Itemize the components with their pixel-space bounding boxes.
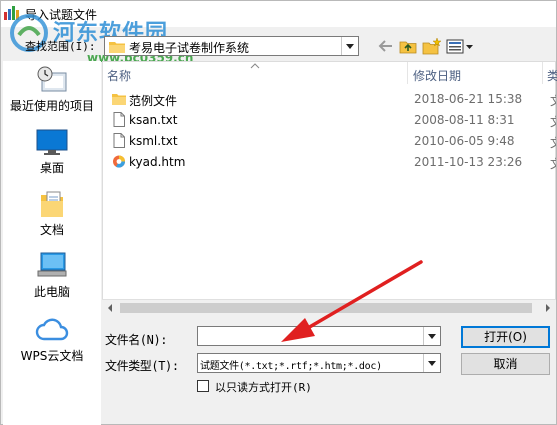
file-row[interactable]: kyad.htm 2011-10-13 23:26 文	[103, 151, 556, 172]
look-in-combo[interactable]: 考易电子试卷制作系统	[104, 36, 359, 56]
text-file-icon	[113, 133, 125, 148]
place-this-pc[interactable]: 此电脑	[3, 251, 101, 299]
html-file-icon	[113, 155, 125, 168]
text-file-icon	[113, 112, 125, 127]
new-folder-icon[interactable]	[422, 37, 442, 55]
window-title: 导入试题文件	[25, 8, 98, 22]
column-header-name[interactable]: 名称	[103, 62, 408, 84]
scroll-thumb[interactable]	[120, 303, 532, 313]
folder-icon	[109, 42, 125, 53]
place-documents[interactable]: 文档	[3, 189, 101, 237]
open-file-dialog: 导入试题文件 河东软件园 www.pc0359.cn 查找范围(I): 考易电子…	[0, 0, 557, 425]
file-row[interactable]: ksml.txt 2010-06-05 9:48 文	[103, 130, 556, 151]
file-name: kyad.htm	[129, 155, 186, 169]
filename-label: 文件名(N):	[105, 333, 168, 347]
look-in-label: 查找范围(I):	[25, 40, 96, 53]
file-date: 2018-06-21 15:38	[414, 92, 523, 106]
place-recent-label: 最近使用的项目	[9, 99, 94, 113]
view-menu-icon[interactable]	[446, 37, 474, 55]
cloud-icon	[35, 318, 69, 341]
file-date: 2008-08-11 8:31	[414, 113, 515, 127]
folder-icon	[112, 94, 126, 105]
place-desktop[interactable]: 桌面	[3, 127, 101, 175]
filename-input[interactable]	[198, 327, 422, 345]
filetype-dropdown-arrow[interactable]	[423, 354, 440, 372]
documents-icon	[41, 191, 63, 217]
file-row[interactable]: ksan.txt 2008-08-11 8:31 文	[103, 109, 556, 130]
this-pc-icon	[37, 252, 67, 277]
cancel-button[interactable]: 取消	[461, 353, 550, 375]
look-in-value: 考易电子试卷制作系统	[129, 41, 250, 55]
filetype-label: 文件类型(T):	[105, 359, 179, 373]
file-type: 文	[550, 113, 556, 130]
desktop-icon	[36, 129, 68, 155]
column-header-modified[interactable]: 修改日期	[408, 62, 543, 84]
recent-items-icon	[37, 66, 67, 92]
file-date: 2011-10-13 23:26	[414, 155, 523, 169]
column-name-label: 名称	[107, 69, 132, 83]
file-list: 名称 修改日期 类 范例文件 2018-06-21 15:38 文 ks	[102, 61, 557, 316]
up-folder-icon[interactable]	[399, 37, 417, 55]
back-arrow-icon[interactable]	[377, 37, 395, 55]
title-bar: 导入试题文件	[1, 1, 556, 27]
filename-dropdown-arrow[interactable]	[423, 327, 440, 345]
place-recent[interactable]: 最近使用的项目	[3, 65, 101, 113]
scroll-right-arrow-icon[interactable]	[539, 300, 556, 316]
filename-combo[interactable]	[197, 326, 441, 346]
file-type: 文	[550, 134, 556, 151]
file-name: 范例文件	[129, 94, 178, 108]
column-type-label: 类	[547, 69, 557, 83]
sort-ascending-icon	[250, 63, 260, 69]
column-modified-label: 修改日期	[413, 69, 462, 83]
file-type: 文	[550, 155, 556, 172]
file-row[interactable]: 范例文件 2018-06-21 15:38 文	[103, 88, 556, 109]
file-name: ksml.txt	[129, 134, 178, 148]
scroll-left-arrow-icon[interactable]	[102, 300, 119, 316]
place-wps-cloud-label: WPS云文档	[20, 349, 84, 363]
filetype-value: 试题文件(*.txt;*.rtf;*.htm;*.doc)	[200, 361, 382, 372]
app-icon	[4, 6, 19, 20]
place-this-pc-label: 此电脑	[33, 285, 70, 299]
place-documents-label: 文档	[39, 223, 64, 237]
place-wps-cloud[interactable]: WPS云文档	[3, 315, 101, 363]
column-header-type[interactable]: 类	[543, 62, 557, 84]
open-button[interactable]: 打开(O)	[461, 326, 550, 348]
look-in-dropdown-arrow[interactable]	[341, 37, 358, 55]
file-type: 文	[550, 92, 556, 109]
filetype-combo[interactable]: 试题文件(*.txt;*.rtf;*.htm;*.doc)	[197, 353, 441, 373]
file-date: 2010-06-05 9:48	[414, 134, 515, 148]
places-bar: 最近使用的项目 桌面 文档 此电脑 WPS云文档	[3, 61, 101, 425]
horizontal-scrollbar[interactable]	[102, 299, 556, 316]
readonly-checkbox[interactable]	[197, 380, 209, 392]
file-name: ksan.txt	[129, 113, 178, 127]
readonly-label: 以只读方式打开(R)	[215, 381, 312, 394]
place-desktop-label: 桌面	[39, 161, 64, 175]
